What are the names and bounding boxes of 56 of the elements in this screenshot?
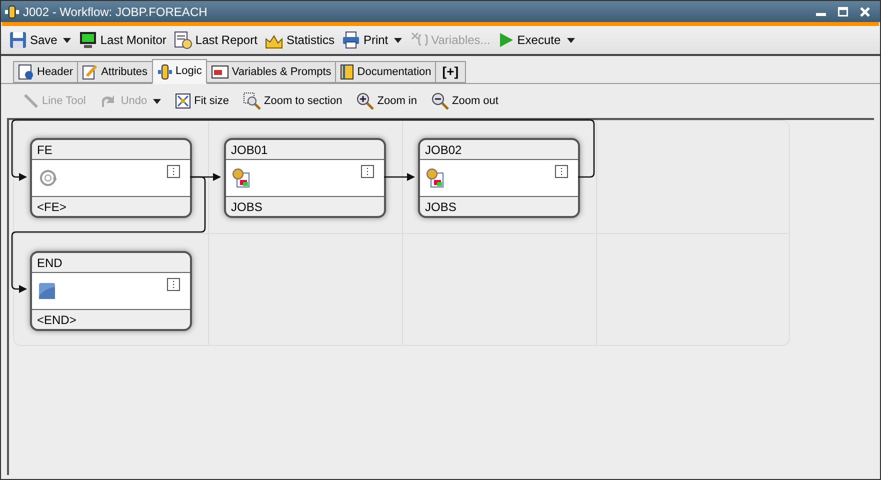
- node-footer: JOBS: [231, 198, 262, 216]
- document-info-icon: [18, 64, 34, 80]
- toolbar-button[interactable]: Statistics: [265, 31, 334, 49]
- zoom-in-icon: [356, 92, 374, 110]
- workflow-icon: [5, 4, 19, 18]
- gear-document-icon: [426, 168, 444, 188]
- toolbar-button[interactable]: Zoom in: [356, 92, 417, 110]
- toolbar-button[interactable]: Zoom out: [431, 92, 498, 110]
- variables-window-icon: [210, 65, 229, 79]
- dropdown-caret-icon[interactable]: [63, 38, 72, 42]
- toolbar-button[interactable]: Last Report: [174, 31, 258, 49]
- dropdown-caret-icon[interactable]: [566, 38, 575, 42]
- menu-dots-icon[interactable]: [167, 278, 180, 291]
- toolbar-button[interactable]: Zoom to section: [242, 92, 342, 110]
- toolbar-button[interactable]: Execute: [498, 31, 561, 49]
- tab[interactable]: Documentation: [335, 61, 436, 83]
- tab[interactable]: Attributes: [77, 61, 153, 83]
- node-title: END: [37, 254, 62, 272]
- tab[interactable]: Logic: [152, 59, 207, 84]
- toolbar-button[interactable]: Save: [9, 31, 58, 49]
- task-node[interactable]: END <END>: [30, 251, 192, 331]
- book-icon: [340, 64, 354, 80]
- node-title: JOB01: [231, 142, 268, 158]
- workflow-icon: [156, 64, 173, 80]
- node-footer: JOBS: [425, 198, 456, 216]
- task-node[interactable]: FE <FE>: [30, 138, 192, 218]
- zoom-section-icon: [242, 92, 261, 110]
- task-node[interactable]: JOB02 JOBS: [418, 138, 580, 218]
- node-footer: <END>: [37, 310, 76, 328]
- printer-icon: [342, 31, 360, 49]
- diagonal-line-icon: [23, 93, 39, 109]
- play-icon: [498, 32, 514, 48]
- monitor-icon: [79, 31, 98, 49]
- fit-size-icon: [175, 93, 192, 109]
- toolbar-button[interactable]: Print: [342, 31, 388, 49]
- tab[interactable]: [+]: [435, 61, 466, 83]
- tab[interactable]: Header: [13, 61, 78, 83]
- dropdown-caret-icon[interactable]: [394, 38, 402, 42]
- toolbar-button[interactable]: Last Monitor: [79, 31, 166, 49]
- menu-dots-icon[interactable]: [555, 165, 568, 178]
- menu-dots-icon[interactable]: [167, 165, 180, 178]
- zoom-out-icon: [431, 92, 449, 110]
- square-icon: [38, 282, 56, 300]
- pencil-document-icon: [82, 64, 98, 80]
- gear-document-icon: [232, 168, 250, 188]
- maximize-button[interactable]: [838, 6, 848, 16]
- task-node[interactable]: JOB01 JOBS: [224, 138, 386, 218]
- menu-dots-icon[interactable]: [361, 165, 374, 178]
- node-footer: <FE>: [37, 198, 66, 216]
- window-title: J002 - Workflow: JOBP.FOREACH: [23, 4, 208, 20]
- report-clock-icon: [174, 31, 192, 49]
- toolbar-button[interactable]: Fit size: [175, 92, 229, 110]
- node-title: JOB02: [425, 142, 462, 158]
- tab[interactable]: Variables & Prompts: [206, 61, 336, 83]
- node-title: FE: [37, 142, 52, 158]
- close-button[interactable]: [860, 6, 870, 16]
